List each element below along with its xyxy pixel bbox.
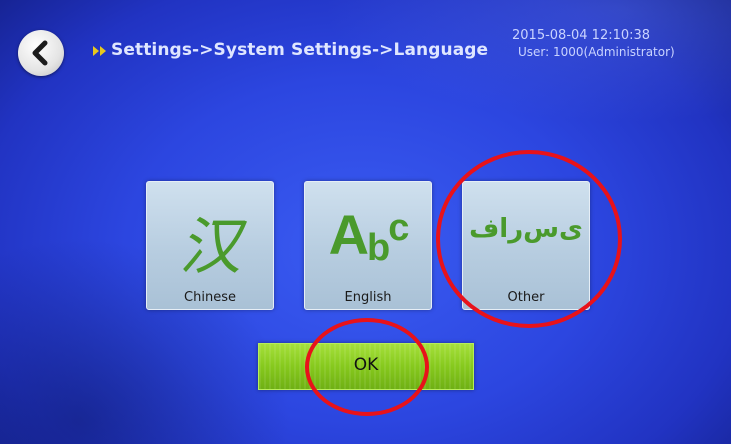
double-arrow-icon [93,46,106,56]
language-label-chinese: Chinese [184,290,236,305]
language-tile-chinese[interactable]: 汉 Chinese [146,181,274,310]
english-glyph-icon: Abc [305,202,431,269]
chevron-left-icon [32,40,48,66]
datetime-display: 2015-08-04 12:10:38 [512,28,651,43]
user-info: User: 1000(Administrator) [518,45,675,59]
language-label-english: English [344,290,392,305]
language-tile-english[interactable]: Abc English [304,181,432,310]
glyph-sup: c [388,207,409,249]
language-settings-screen: Settings->System Settings->Language 2015… [0,0,731,444]
chinese-glyph-icon: 汉 [178,210,241,283]
glyph-main: A [328,203,369,266]
annotation-circle-ok [305,318,429,416]
annotation-circle-other [436,150,622,328]
breadcrumb: Settings->System Settings->Language [111,40,489,60]
glyph-sub: b [367,227,390,269]
back-button[interactable] [18,30,64,76]
